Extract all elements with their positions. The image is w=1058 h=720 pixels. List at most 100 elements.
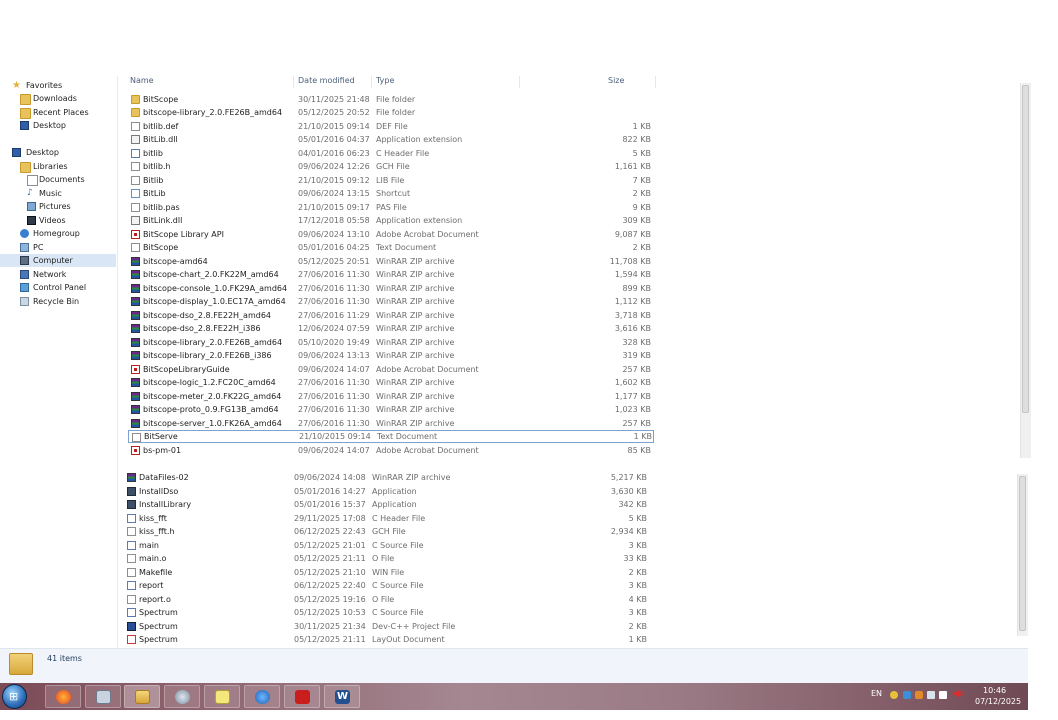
volume-muted-icon[interactable]: ◀x <box>952 689 964 699</box>
file-row[interactable]: bitscope-server_1.0.FK26A_amd64 27/06/201… <box>128 417 654 430</box>
nav-music[interactable]: ♪ Music <box>0 187 116 200</box>
language-indicator[interactable]: EN <box>871 689 882 698</box>
file-row[interactable]: BitScope 05/01/2016 04:25 Text Document 2 K… <box>128 241 654 254</box>
nav-label: Computer <box>33 256 73 265</box>
file-row[interactable]: main.o 05/12/2025 21:11 O File 33 KB <box>124 552 650 565</box>
nav-videos[interactable]: Videos <box>0 214 116 227</box>
file-row[interactable]: bitlib.pas 21/10/2015 09:17 PAS File 9 KB <box>128 201 654 214</box>
nav-libraries[interactable]: Libraries <box>0 160 116 173</box>
nav-label: Libraries <box>33 162 68 171</box>
nav-homegroup[interactable]: Homegroup <box>0 227 116 240</box>
file-row[interactable]: bitlib.h 09/06/2024 12:26 GCH File 1,161 KB <box>128 160 654 173</box>
file-row[interactable]: BitServe 21/10/2015 09:14 Text Document 1 K… <box>128 430 654 443</box>
file-row[interactable]: report 06/12/2025 22:40 C Source File 3 KB <box>124 579 650 592</box>
file-row[interactable]: bs-pm-01 09/06/2024 14:07 Adobe Acrobat Do… <box>128 444 654 457</box>
file-date: 09/06/2024 14:07 <box>298 364 370 374</box>
taskbar-file-explorer[interactable] <box>124 685 160 708</box>
tray-search-icon[interactable] <box>890 691 898 699</box>
file-row[interactable]: BitScope 30/11/2025 21:48 File folder <box>128 93 654 106</box>
nav-computer[interactable]: Computer <box>0 254 116 267</box>
file-row[interactable]: bitscope-dso_2.8.FE22H_i386 12/06/2024 07… <box>128 322 654 335</box>
file-row[interactable]: bitscope-amd64 05/12/2025 20:51 WinRAR ZIP… <box>128 255 654 268</box>
file-row[interactable]: report.o 05/12/2025 19:16 O File 4 KB <box>124 593 650 606</box>
file-row[interactable]: bitscope-logic_1.2.FC20C_amd64 27/06/2016… <box>128 376 654 389</box>
file-row[interactable]: InstallLibrary 05/01/2016 15:37 Applicatio… <box>124 498 650 511</box>
file-row[interactable]: bitscope-proto_0.9.FG13B_amd64 27/06/2016… <box>128 403 654 416</box>
file-size: 342 KB <box>618 500 647 509</box>
file-name: bitscope-logic_1.2.FC20C_amd64 <box>143 378 276 387</box>
column-divider[interactable] <box>371 76 372 88</box>
file-row[interactable]: Spectrum 30/11/2025 21:34 Dev-C++ Project … <box>124 620 650 633</box>
column-divider[interactable] <box>293 76 294 88</box>
hdr-file-icon <box>127 581 136 590</box>
nav-documents[interactable]: Documents <box>0 173 116 186</box>
file-date: 05/12/2025 21:01 <box>294 540 366 550</box>
file-row[interactable]: bitscope-library_2.0.FE26B_i386 09/06/202… <box>128 349 654 362</box>
file-row[interactable]: bitscope-console_1.0.FK29A_amd64 27/06/20… <box>128 282 654 295</box>
tray-update-icon[interactable] <box>915 691 923 699</box>
file-row[interactable]: bitscope-chart_2.0.FK22M_amd64 27/06/2016… <box>128 268 654 281</box>
taskbar-word[interactable]: W <box>324 685 360 708</box>
taskbar-calculator[interactable] <box>85 685 121 708</box>
tray-app-icon[interactable] <box>903 691 911 699</box>
clock-date[interactable]: 07/12/2025 <box>975 697 1021 706</box>
file-row[interactable]: InstallDso 05/01/2016 14:27 Application 3,6… <box>124 485 650 498</box>
taskbar-acrobat[interactable] <box>284 685 320 708</box>
file-name: BitScope <box>143 243 179 252</box>
nav-desktop-favorite[interactable]: Desktop <box>0 119 116 132</box>
nav-favorites[interactable]: ★ Favorites <box>0 79 116 92</box>
taskbar-chat[interactable] <box>244 685 280 708</box>
file-row[interactable]: kiss_fft 29/11/2025 17:08 C Header File 5 K… <box>124 512 650 525</box>
nav-desktop[interactable]: Desktop <box>0 146 116 159</box>
nav-recent-places[interactable]: Recent Places <box>0 106 116 119</box>
file-row[interactable]: bitlib.def 21/10/2015 09:14 DEF File 1 KB <box>128 120 654 133</box>
file-row[interactable]: BitLink.dll 17/12/2018 05:58 Application e… <box>128 214 654 227</box>
file-row[interactable]: DataFiles-02 09/06/2024 14:08 WinRAR ZIP a… <box>124 471 650 484</box>
file-row[interactable]: bitscope-meter_2.0.FK22G_amd64 27/06/2016… <box>128 390 654 403</box>
file-row[interactable]: BitScope Library API 09/06/2024 13:10 Adob… <box>128 228 654 241</box>
start-button[interactable]: ⊞ <box>2 684 27 709</box>
file-row[interactable]: BitScopeLibraryGuide 09/06/2024 14:07 Adob… <box>128 363 654 376</box>
clock-time[interactable]: 10:46 <box>983 686 1006 695</box>
nav-pictures[interactable]: Pictures <box>0 200 116 213</box>
scrollbar-thumb[interactable] <box>1022 85 1029 413</box>
file-row[interactable]: bitscope-display_1.0.EC17A_amd64 27/06/20… <box>128 295 654 308</box>
file-row[interactable]: BitLib.dll 05/01/2016 04:37 Application ex… <box>128 133 654 146</box>
file-size: 5,217 KB <box>610 473 647 482</box>
nav-network[interactable]: Network <box>0 268 116 281</box>
column-divider[interactable] <box>655 76 656 88</box>
column-header-name[interactable]: Name <box>130 76 154 86</box>
file-date: 09/06/2024 14:07 <box>298 445 370 455</box>
hdr-file-icon <box>131 148 140 158</box>
file-row[interactable]: bitscope-library_2.0.FE26B_amd64 05/12/20… <box>128 106 654 119</box>
nav-control-panel[interactable]: Control Panel <box>0 281 116 294</box>
taskbar-app[interactable] <box>164 685 200 708</box>
nav-recycle-bin[interactable]: Recycle Bin <box>0 295 116 308</box>
tray-network-icon[interactable] <box>927 691 935 699</box>
file-row[interactable]: main 05/12/2025 21:01 C Source File 3 KB <box>124 539 650 552</box>
taskbar-firefox[interactable] <box>45 685 81 708</box>
file-row[interactable]: bitscope-library_2.0.FE26B_amd64 05/10/20… <box>128 336 654 349</box>
hdr-file-icon <box>127 540 136 550</box>
nav-downloads[interactable]: Downloads <box>0 92 116 105</box>
file-row[interactable]: Makefile 05/12/2025 21:10 WIN File 2 KB <box>124 566 650 579</box>
file-size: 3,718 KB <box>614 310 651 320</box>
column-header-date[interactable]: Date modified <box>298 76 355 86</box>
file-row[interactable]: Spectrum 05/12/2025 10:53 C Source File 3 K… <box>124 606 650 619</box>
file-row[interactable]: bitscope-dso_2.8.FE22H_amd64 27/06/2016 1… <box>128 309 654 322</box>
file-row[interactable]: BitLib 09/06/2024 13:15 Shortcut 2 KB <box>128 187 654 200</box>
doc-file-icon <box>127 567 136 577</box>
vertical-scrollbar-bottom[interactable] <box>1017 474 1028 636</box>
scrollbar-thumb[interactable] <box>1019 476 1026 631</box>
file-row[interactable]: Bitlib 21/10/2015 09:12 LIB File 7 KB <box>128 174 654 187</box>
taskbar-sticky-notes[interactable] <box>204 685 240 708</box>
vertical-scrollbar-top[interactable] <box>1020 83 1031 458</box>
file-row[interactable]: bitlib 04/01/2016 06:23 C Header File 5 KB <box>128 147 654 160</box>
column-header-type[interactable]: Type <box>376 76 394 86</box>
file-row[interactable]: kiss_fft.h 06/12/2025 22:43 GCH File 2,934 … <box>124 525 650 538</box>
nav-pc[interactable]: PC <box>0 241 116 254</box>
column-divider[interactable] <box>519 76 520 88</box>
column-header-size[interactable]: Size <box>608 76 624 86</box>
file-row[interactable]: Spectrum 05/12/2025 21:11 LayOut Document 1… <box>124 633 650 646</box>
tray-flag-icon[interactable] <box>939 691 947 699</box>
